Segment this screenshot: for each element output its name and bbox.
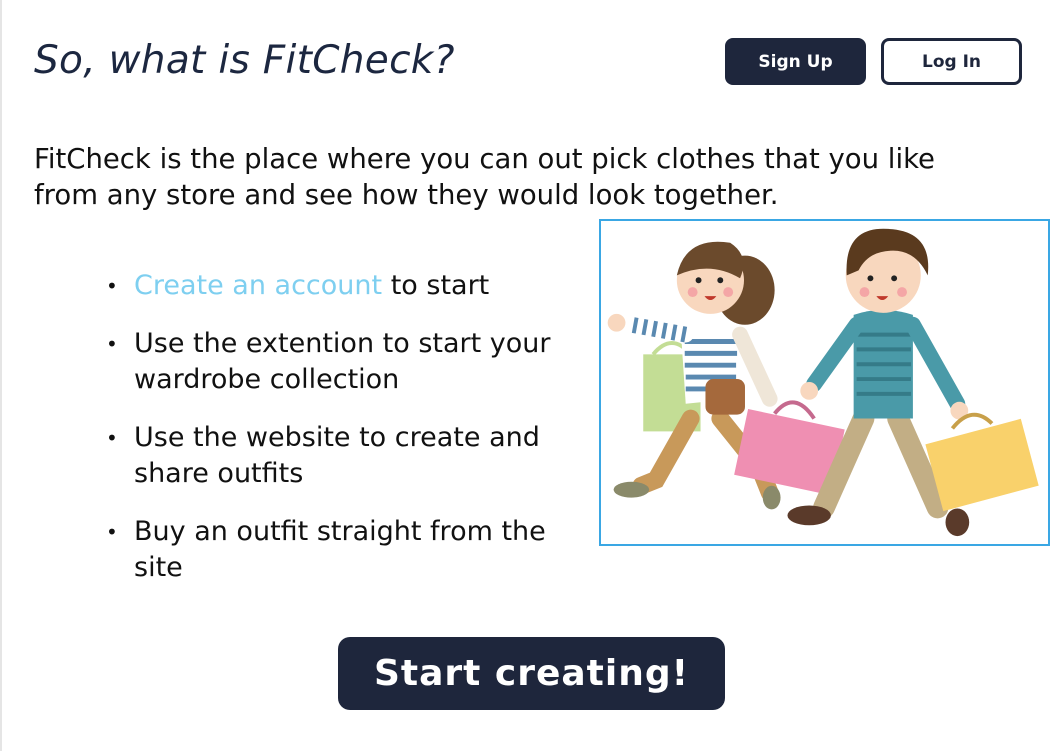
- create-account-link[interactable]: Create an account: [134, 270, 382, 301]
- page-title: So, what is FitCheck?: [34, 38, 455, 83]
- list-item-text: Use the extention to start your wardrobe…: [134, 328, 551, 395]
- list-item: • Use the extention to start your wardro…: [102, 326, 602, 398]
- bullet-icon: •: [106, 332, 118, 356]
- steps-list: • Create an account to start • Use the e…: [102, 268, 602, 608]
- shopping-couple-illustration: [599, 219, 1050, 546]
- man-figure: [734, 228, 1039, 537]
- list-item: • Buy an outfit straight from the site: [102, 514, 602, 586]
- intro-paragraph: FitCheck is the place where you can out …: [34, 143, 935, 211]
- list-item-text: to start: [382, 270, 490, 301]
- bullet-icon: •: [106, 520, 118, 544]
- bullet-icon: •: [106, 274, 118, 298]
- list-item: • Create an account to start: [102, 268, 602, 304]
- bullet-icon: •: [106, 426, 118, 450]
- landing-page: So, what is FitCheck? Sign Up Log In Fit…: [0, 0, 1057, 751]
- list-item-text: Use the website to create and share outf…: [134, 422, 540, 489]
- sign-up-button[interactable]: Sign Up: [725, 38, 866, 85]
- list-item-text: Buy an outfit straight from the site: [134, 516, 546, 583]
- start-creating-button[interactable]: Start creating!: [338, 637, 725, 710]
- log-in-button[interactable]: Log In: [881, 38, 1022, 85]
- list-item: • Use the website to create and share ou…: [102, 420, 602, 492]
